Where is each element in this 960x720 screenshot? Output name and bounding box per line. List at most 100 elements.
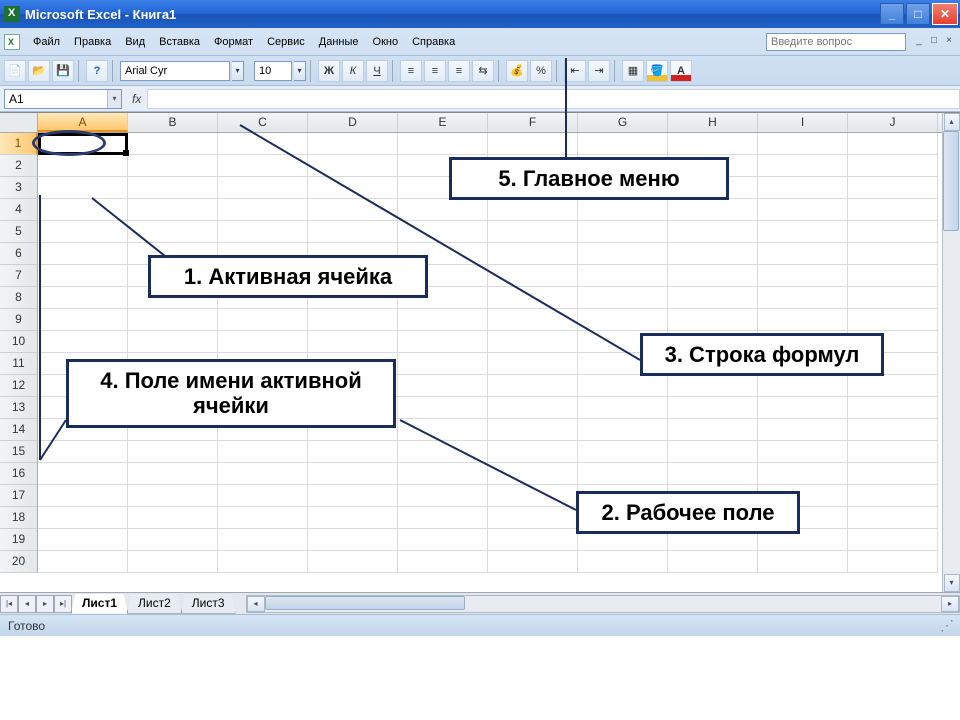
scroll-left-button[interactable]: ◂ [247, 596, 265, 612]
font-name-dropdown-icon[interactable]: ▾ [232, 61, 244, 81]
cell-D20[interactable] [308, 551, 398, 573]
cell-G8[interactable] [578, 287, 668, 309]
cell-E13[interactable] [398, 397, 488, 419]
font-color-button[interactable]: A [670, 60, 692, 82]
row-header-9[interactable]: 9 [0, 309, 38, 331]
hscroll-thumb[interactable] [265, 596, 465, 610]
cell-J20[interactable] [848, 551, 938, 573]
cell-J5[interactable] [848, 221, 938, 243]
name-box-dropdown-icon[interactable]: ▾ [107, 90, 121, 108]
new-button[interactable]: 📄 [4, 60, 26, 82]
cell-B15[interactable] [128, 441, 218, 463]
cell-D16[interactable] [308, 463, 398, 485]
cell-C17[interactable] [218, 485, 308, 507]
save-button[interactable]: 💾 [52, 60, 74, 82]
cell-J4[interactable] [848, 199, 938, 221]
cell-F13[interactable] [488, 397, 578, 419]
cell-E14[interactable] [398, 419, 488, 441]
cell-E5[interactable] [398, 221, 488, 243]
cell-H4[interactable] [668, 199, 758, 221]
row-header-2[interactable]: 2 [0, 155, 38, 177]
cell-E11[interactable] [398, 353, 488, 375]
menu-help[interactable]: Справка [405, 33, 462, 51]
cell-H16[interactable] [668, 463, 758, 485]
cell-B5[interactable] [128, 221, 218, 243]
cell-D3[interactable] [308, 177, 398, 199]
name-box[interactable]: A1 ▾ [4, 89, 122, 109]
cell-A20[interactable] [38, 551, 128, 573]
mdi-minimize[interactable]: _ [912, 35, 926, 48]
vscroll-track[interactable] [943, 131, 960, 574]
cell-D4[interactable] [308, 199, 398, 221]
column-header-F[interactable]: F [488, 113, 578, 132]
row-header-13[interactable]: 13 [0, 397, 38, 419]
cell-A5[interactable] [38, 221, 128, 243]
column-header-H[interactable]: H [668, 113, 758, 132]
minimize-button[interactable]: _ [880, 3, 904, 25]
cell-E4[interactable] [398, 199, 488, 221]
cell-H5[interactable] [668, 221, 758, 243]
cell-B4[interactable] [128, 199, 218, 221]
align-right-button[interactable]: ≡ [448, 60, 470, 82]
column-header-J[interactable]: J [848, 113, 938, 132]
cell-H15[interactable] [668, 441, 758, 463]
cell-B19[interactable] [128, 529, 218, 551]
cell-J9[interactable] [848, 309, 938, 331]
cell-B10[interactable] [128, 331, 218, 353]
cell-A1[interactable] [38, 133, 128, 155]
cell-F18[interactable] [488, 507, 578, 529]
cell-I13[interactable] [758, 397, 848, 419]
column-header-A[interactable]: A [38, 113, 128, 132]
cell-B16[interactable] [128, 463, 218, 485]
borders-button[interactable]: ▦ [622, 60, 644, 82]
cell-C20[interactable] [218, 551, 308, 573]
cell-F10[interactable] [488, 331, 578, 353]
cell-J8[interactable] [848, 287, 938, 309]
cell-J17[interactable] [848, 485, 938, 507]
font-size-dropdown-icon[interactable]: ▾ [294, 61, 306, 81]
cell-E12[interactable] [398, 375, 488, 397]
horizontal-scrollbar[interactable]: ◂ ▸ [246, 595, 960, 613]
maximize-button[interactable]: □ [906, 3, 930, 25]
cell-E1[interactable] [398, 133, 488, 155]
cell-G5[interactable] [578, 221, 668, 243]
cell-F4[interactable] [488, 199, 578, 221]
cell-H14[interactable] [668, 419, 758, 441]
cell-H6[interactable] [668, 243, 758, 265]
cell-E17[interactable] [398, 485, 488, 507]
font-size-selector[interactable]: 10 [254, 61, 292, 81]
cell-J7[interactable] [848, 265, 938, 287]
column-header-D[interactable]: D [308, 113, 398, 132]
cell-J1[interactable] [848, 133, 938, 155]
menu-tools[interactable]: Сервис [260, 33, 312, 51]
merge-center-button[interactable]: ⇆ [472, 60, 494, 82]
cell-G6[interactable] [578, 243, 668, 265]
align-center-button[interactable]: ≡ [424, 60, 446, 82]
cell-G20[interactable] [578, 551, 668, 573]
cell-A17[interactable] [38, 485, 128, 507]
cell-F8[interactable] [488, 287, 578, 309]
italic-button[interactable]: К [342, 60, 364, 82]
menu-insert[interactable]: Вставка [152, 33, 207, 51]
row-header-15[interactable]: 15 [0, 441, 38, 463]
mdi-restore[interactable]: □ [927, 35, 941, 48]
row-header-4[interactable]: 4 [0, 199, 38, 221]
cell-C19[interactable] [218, 529, 308, 551]
cell-I1[interactable] [758, 133, 848, 155]
vertical-scrollbar[interactable]: ▴ ▾ [942, 113, 960, 592]
cell-A2[interactable] [38, 155, 128, 177]
cell-B9[interactable] [128, 309, 218, 331]
cell-H20[interactable] [668, 551, 758, 573]
cell-A16[interactable] [38, 463, 128, 485]
menu-data[interactable]: Данные [312, 33, 366, 51]
cell-G16[interactable] [578, 463, 668, 485]
cell-I20[interactable] [758, 551, 848, 573]
cell-C2[interactable] [218, 155, 308, 177]
cell-C1[interactable] [218, 133, 308, 155]
cell-B18[interactable] [128, 507, 218, 529]
cell-H12[interactable] [668, 375, 758, 397]
currency-button[interactable]: 💰 [506, 60, 528, 82]
row-header-19[interactable]: 19 [0, 529, 38, 551]
cell-H9[interactable] [668, 309, 758, 331]
cell-A10[interactable] [38, 331, 128, 353]
